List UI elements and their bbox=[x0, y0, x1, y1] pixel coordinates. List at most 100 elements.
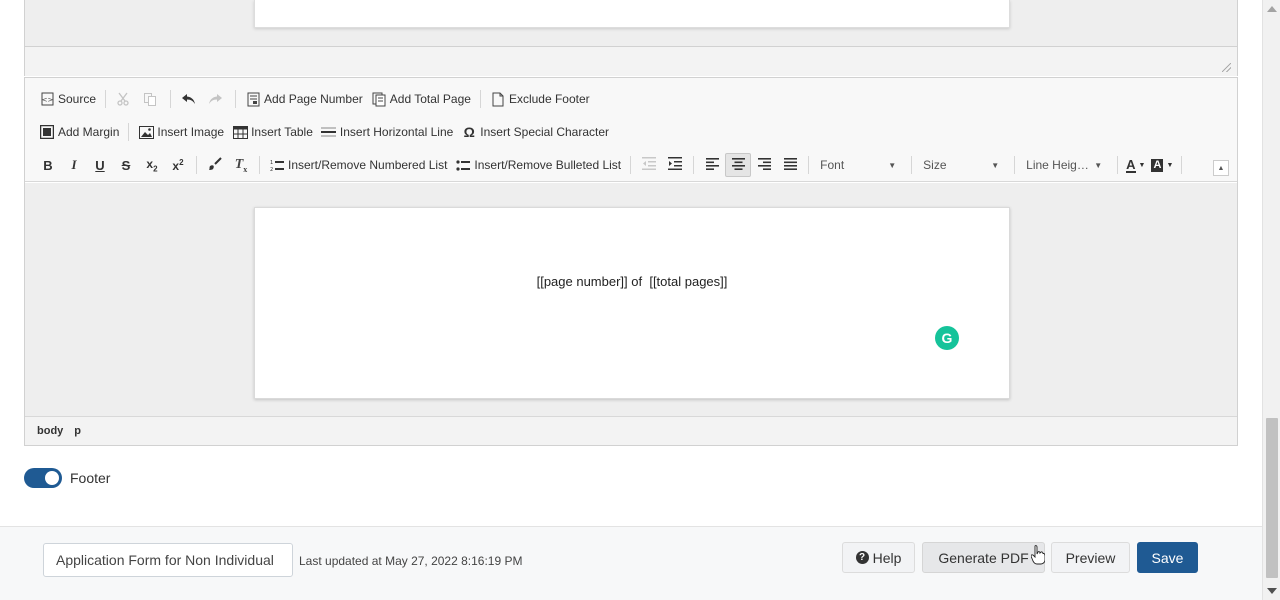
add-margin-label: Add Margin bbox=[58, 125, 120, 139]
path-p[interactable]: p bbox=[74, 425, 81, 437]
svg-text:2: 2 bbox=[270, 167, 273, 172]
text-color-button[interactable]: A ▼ bbox=[1123, 153, 1148, 177]
toolbar-separator bbox=[1181, 156, 1183, 174]
insert-image-label: Insert Image bbox=[157, 125, 225, 139]
page-scrollbar[interactable] bbox=[1262, 0, 1280, 600]
redo-button[interactable] bbox=[203, 87, 230, 111]
scrollbar-thumb[interactable] bbox=[1266, 418, 1278, 578]
toggle-knob bbox=[45, 471, 59, 485]
add-margin-button[interactable]: Add Margin bbox=[35, 120, 123, 144]
scroll-down-icon[interactable] bbox=[1267, 588, 1277, 594]
footer-page[interactable]: [[page number]] of [[total pages]] G bbox=[254, 207, 1010, 399]
subscript-button[interactable]: x2 bbox=[139, 153, 165, 177]
chevron-down-icon: ▼ bbox=[1166, 161, 1174, 169]
grammarly-icon[interactable]: G bbox=[935, 326, 959, 350]
superscript-button[interactable]: x2 bbox=[165, 153, 191, 177]
question-circle-icon: ? bbox=[855, 551, 869, 564]
align-center-button[interactable] bbox=[725, 153, 752, 177]
text-color-icon: A bbox=[1126, 156, 1136, 173]
add-page-number-button[interactable]: Add Page Number bbox=[241, 87, 367, 111]
toolbar-collapse-button[interactable]: ▲ bbox=[1213, 160, 1229, 176]
toolbar-separator bbox=[128, 123, 130, 141]
help-button[interactable]: ? Help bbox=[842, 542, 915, 573]
element-path-bar: body p bbox=[25, 416, 1237, 445]
copy-format-button[interactable] bbox=[202, 153, 228, 177]
line-height-dropdown[interactable]: Line Heig… ▼ bbox=[1020, 154, 1106, 176]
insert-image-button[interactable]: Insert Image bbox=[134, 120, 228, 144]
underline-button[interactable]: U bbox=[87, 153, 113, 177]
background-color-button[interactable]: A ▼ bbox=[1148, 153, 1176, 177]
save-button[interactable]: Save bbox=[1137, 542, 1198, 573]
font-dropdown-label: Font bbox=[820, 158, 845, 172]
superscript-icon: x2 bbox=[172, 157, 184, 173]
font-dropdown[interactable]: Font ▼ bbox=[814, 154, 900, 176]
horizontal-line-icon bbox=[321, 124, 337, 140]
align-left-button[interactable] bbox=[699, 153, 725, 177]
path-body[interactable]: body bbox=[37, 425, 63, 437]
toolbar-separator bbox=[170, 90, 172, 108]
toolbar-row-2: Add Margin Insert Image Insert Table Ins bbox=[35, 120, 613, 144]
preview-button[interactable]: Preview bbox=[1051, 542, 1130, 573]
chevron-down-icon: ▼ bbox=[991, 160, 1000, 170]
subscript-icon: x2 bbox=[146, 156, 158, 174]
size-dropdown-label: Size bbox=[923, 158, 947, 172]
copy-button[interactable] bbox=[138, 87, 165, 111]
outdent-icon bbox=[642, 157, 657, 173]
cut-button[interactable] bbox=[111, 87, 138, 111]
size-dropdown[interactable]: Size ▼ bbox=[917, 154, 1003, 176]
copy-icon bbox=[142, 91, 158, 107]
increase-indent-button[interactable] bbox=[662, 153, 688, 177]
page-number-icon bbox=[245, 91, 261, 107]
margin-icon bbox=[39, 124, 55, 140]
generate-pdf-label: Generate PDF bbox=[938, 549, 1029, 566]
footer-text[interactable]: [[page number]] of [[total pages]] bbox=[255, 274, 1009, 289]
bold-button[interactable]: B bbox=[35, 153, 61, 177]
italic-button[interactable]: I bbox=[61, 153, 87, 177]
toolbar-separator bbox=[196, 156, 197, 174]
chevron-down-icon: ▼ bbox=[888, 160, 897, 170]
align-right-button[interactable] bbox=[751, 153, 777, 177]
insert-special-character-button[interactable]: Ω Insert Special Character bbox=[457, 120, 613, 144]
numbered-list-button[interactable]: 12 Insert/Remove Numbered List bbox=[265, 153, 451, 177]
bottom-action-bar: Last updated at May 27, 2022 8:16:19 PM … bbox=[0, 526, 1262, 600]
bulleted-list-label: Insert/Remove Bulleted List bbox=[474, 158, 622, 172]
generate-pdf-button[interactable]: Generate PDF bbox=[922, 542, 1045, 573]
resize-grip-icon[interactable] bbox=[1222, 63, 1231, 72]
footer-toggle[interactable] bbox=[24, 468, 62, 488]
justify-button[interactable] bbox=[777, 153, 803, 177]
undo-button[interactable] bbox=[176, 87, 203, 111]
decrease-indent-button[interactable] bbox=[636, 153, 662, 177]
add-total-page-button[interactable]: Add Total Page bbox=[367, 87, 475, 111]
hand-cursor-icon bbox=[1031, 545, 1045, 565]
template-name-input[interactable] bbox=[43, 543, 293, 577]
editor-content-area: [[page number]] of [[total pages]] G bbox=[25, 183, 1237, 417]
scroll-up-icon[interactable] bbox=[1267, 6, 1277, 12]
insert-table-label: Insert Table bbox=[251, 125, 313, 139]
remove-format-button[interactable]: Tx bbox=[228, 153, 254, 177]
strikethrough-button[interactable]: S bbox=[113, 153, 139, 177]
bulleted-list-button[interactable]: Insert/Remove Bulleted List bbox=[451, 153, 625, 177]
toolbar-separator bbox=[105, 90, 107, 108]
toolbar-separator bbox=[693, 156, 695, 174]
bulleted-list-icon bbox=[455, 157, 471, 173]
background-color-icon: A bbox=[1151, 158, 1164, 172]
footer-toggle-label: Footer bbox=[70, 470, 111, 486]
insert-table-button[interactable]: Insert Table bbox=[228, 120, 317, 144]
header-editor-page[interactable] bbox=[254, 0, 1010, 28]
toolbar-separator bbox=[1117, 156, 1119, 174]
source-button[interactable]: <> Source bbox=[35, 87, 100, 111]
preview-label: Preview bbox=[1065, 549, 1116, 566]
undo-icon bbox=[180, 91, 196, 107]
chevron-down-icon: ▼ bbox=[1138, 161, 1146, 169]
toolbar-separator bbox=[808, 156, 810, 174]
save-label: Save bbox=[1151, 549, 1184, 566]
redo-icon bbox=[207, 91, 223, 107]
exclude-footer-button[interactable]: Exclude Footer bbox=[486, 87, 594, 111]
chevron-down-icon: ▼ bbox=[1094, 160, 1103, 170]
insert-horizontal-line-button[interactable]: Insert Horizontal Line bbox=[317, 120, 457, 144]
last-updated-text: Last updated at May 27, 2022 8:16:19 PM bbox=[299, 554, 523, 568]
add-page-number-label: Add Page Number bbox=[264, 92, 363, 106]
toolbar-separator bbox=[235, 90, 237, 108]
toolbar-separator bbox=[630, 156, 632, 174]
svg-text:1: 1 bbox=[270, 160, 273, 166]
